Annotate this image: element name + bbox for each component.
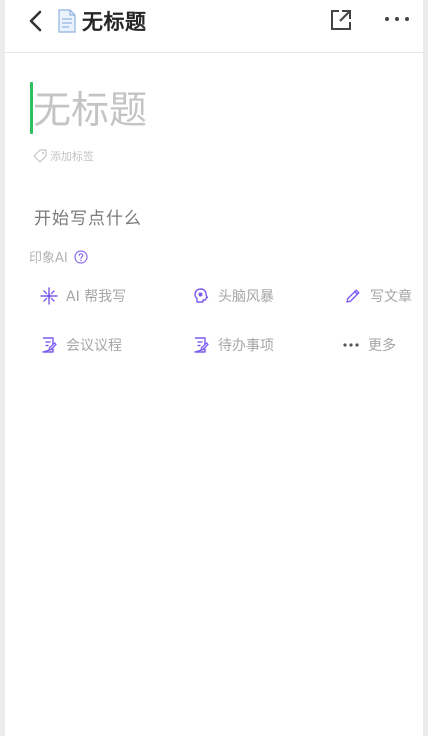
brainstorm-label: 头脑风暴 <box>218 289 274 305</box>
add-tag-label: 添加标签 <box>50 150 94 163</box>
todo-list-button[interactable]: 待办事项 <box>192 334 274 356</box>
top-bar: 无标题 <box>5 0 423 53</box>
document-icon <box>58 9 76 33</box>
more-ai-button[interactable]: 更多 <box>342 334 396 356</box>
add-tag-button[interactable]: 添加标签 <box>33 148 94 164</box>
doc-edit-icon <box>42 337 57 353</box>
more-ai-label: 更多 <box>368 338 396 354</box>
note-title-input[interactable] <box>33 84 393 136</box>
ai-write-button[interactable]: AI 帮我写 <box>40 285 126 307</box>
ai-section-label: 印象AI <box>29 247 88 266</box>
write-article-label: 写文章 <box>370 289 412 305</box>
ai-write-label: AI 帮我写 <box>66 289 127 305</box>
meeting-agenda-label: 会议议程 <box>66 338 122 354</box>
help-icon[interactable] <box>74 249 88 264</box>
ai-sparkle-icon <box>40 287 58 305</box>
meeting-agenda-button[interactable]: 会议议程 <box>40 334 122 356</box>
ai-label-text: 印象AI <box>29 251 68 266</box>
share-icon[interactable] <box>329 8 353 32</box>
more-dots-icon <box>343 343 359 347</box>
back-icon[interactable] <box>25 8 47 34</box>
more-options-icon[interactable] <box>383 9 411 29</box>
pencil-icon <box>346 289 360 303</box>
brain-icon <box>194 288 209 303</box>
todo-list-label: 待办事项 <box>218 338 274 354</box>
write-article-button[interactable]: 写文章 <box>344 285 412 307</box>
body-placeholder[interactable]: 开始写点什么 <box>34 204 142 229</box>
header-title: 无标题 <box>82 10 147 34</box>
doc-edit-icon <box>194 337 209 353</box>
note-editor-page: 无标题 添加标签 开始写点什么 印象AI <box>5 0 423 736</box>
tag-icon <box>33 149 47 163</box>
brainstorm-button[interactable]: 头脑风暴 <box>192 285 274 307</box>
